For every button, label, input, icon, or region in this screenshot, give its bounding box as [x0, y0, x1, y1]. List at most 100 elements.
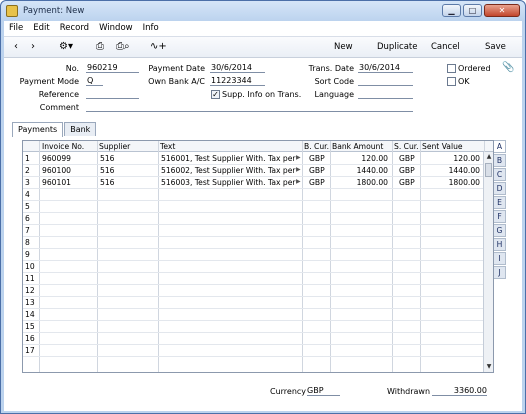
sent-value-cell[interactable]: 1440.00 — [422, 166, 480, 175]
payment-date-field[interactable]: 30/6/2014 — [210, 63, 265, 73]
flip-tab-j[interactable]: J — [494, 266, 506, 279]
table-row[interactable]: 16 — [23, 333, 484, 345]
activity-icon[interactable]: ∿+ — [150, 41, 167, 53]
flip-tab-h[interactable]: H — [494, 238, 506, 251]
text-cell[interactable]: 516002, Test Supplier With. Tax per Pay — [161, 166, 297, 175]
table-row[interactable]: 2 960100 516 516002, Test Supplier With. Ta… — [23, 165, 484, 177]
col-invoice-no: Invoice No. — [42, 142, 85, 151]
table-row[interactable]: 5 — [23, 201, 484, 213]
flip-tab-e[interactable]: E — [494, 196, 506, 209]
ordered-label: Ordered — [458, 64, 491, 73]
table-row[interactable]: 1 960099 516 516001, Test Supplier With. Ta… — [23, 153, 484, 165]
b-cur-cell[interactable]: GBP — [309, 154, 329, 163]
menu-window[interactable]: Window — [99, 23, 133, 33]
bank-amount-cell[interactable]: 1440.00 — [332, 166, 388, 175]
cancel-button[interactable]: Cancel — [431, 42, 460, 52]
save-button[interactable]: Save — [485, 42, 506, 52]
flip-tab-g[interactable]: G — [494, 224, 506, 237]
close-button[interactable]: ✕ — [484, 4, 520, 17]
bank-amount-cell[interactable]: 120.00 — [332, 154, 388, 163]
payment-mode-field[interactable]: Q — [86, 76, 103, 86]
menu-edit[interactable]: Edit — [33, 23, 49, 33]
print-preview-icon[interactable]: ⎙⌕ — [116, 41, 130, 53]
trans-date-field[interactable]: 30/6/2014 — [358, 63, 413, 73]
table-row[interactable]: 13 — [23, 297, 484, 309]
sent-value-cell[interactable]: 1800.00 — [422, 178, 480, 187]
table-row[interactable]: 15 — [23, 321, 484, 333]
invoice-no-cell[interactable]: 960100 — [42, 166, 96, 175]
language-field[interactable] — [358, 89, 413, 99]
expand-arrow-icon[interactable]: ▶ — [296, 178, 302, 185]
row-number: 6 — [25, 214, 30, 223]
minimize-button[interactable]: ▁ — [442, 4, 461, 17]
gear-icon[interactable]: ⚙▾ — [59, 41, 73, 53]
scroll-thumb[interactable] — [485, 163, 492, 177]
table-row[interactable]: 17 — [23, 345, 484, 357]
s-cur-cell[interactable]: GBP — [399, 166, 419, 175]
text-cell[interactable]: 516001, Test Supplier With. Tax per Pay — [161, 154, 297, 163]
title-bar[interactable]: Payment: New ▁ □ ✕ — [1, 1, 525, 21]
menu-info[interactable]: Info — [143, 23, 159, 33]
bank-amount-cell[interactable]: 1800.00 — [332, 178, 388, 187]
flip-tab-f[interactable]: F — [494, 210, 506, 223]
table-row[interactable]: 10 — [23, 261, 484, 273]
supplier-cell[interactable]: 516 — [100, 166, 156, 175]
table-row[interactable]: 11 — [23, 273, 484, 285]
tab-payments[interactable]: Payments — [12, 122, 64, 137]
table-row[interactable]: 8 — [23, 237, 484, 249]
text-cell[interactable]: 516003, Test Supplier With. Tax per Pay — [161, 178, 297, 187]
own-bank-field[interactable]: 11223344 — [210, 76, 265, 86]
tab-bank[interactable]: Bank — [64, 122, 97, 136]
paperclip-icon[interactable]: 📎 — [502, 62, 514, 74]
maximize-button[interactable]: □ — [463, 4, 482, 17]
table-row[interactable]: 14 — [23, 309, 484, 321]
s-cur-cell[interactable]: GBP — [399, 178, 419, 187]
matrix-scrollbar[interactable]: ▲ ▼ — [483, 152, 493, 372]
s-cur-cell[interactable]: GBP — [399, 154, 419, 163]
flip-tab-c[interactable]: C — [494, 168, 506, 181]
supplier-cell[interactable]: 516 — [100, 154, 156, 163]
scroll-down-arrow-icon[interactable]: ▼ — [485, 363, 493, 371]
table-row[interactable]: 4 — [23, 189, 484, 201]
duplicate-button[interactable]: Duplicate — [377, 42, 418, 52]
table-row[interactable]: 3 960101 516 516003, Test Supplier With. Ta… — [23, 177, 484, 189]
sort-code-label: Sort Code — [314, 77, 354, 86]
expand-arrow-icon[interactable]: ▶ — [296, 154, 302, 161]
sort-code-field[interactable] — [358, 76, 413, 86]
currency-field[interactable]: GBP — [307, 386, 340, 396]
flip-tab-a[interactable]: A — [494, 140, 506, 153]
sent-value-cell[interactable]: 120.00 — [422, 154, 480, 163]
forward-arrow-icon[interactable]: › — [31, 41, 35, 53]
supp-info-checkbox[interactable]: ✓ — [211, 90, 220, 99]
print-icon[interactable]: ⎙ — [96, 41, 104, 53]
ok-checkbox[interactable] — [447, 77, 456, 86]
back-arrow-icon[interactable]: ‹ — [14, 41, 18, 53]
table-row[interactable]: 7 — [23, 225, 484, 237]
comment-field[interactable] — [86, 102, 413, 112]
ordered-checkbox[interactable] — [447, 64, 456, 73]
scroll-up-arrow-icon[interactable]: ▲ — [485, 153, 493, 161]
flip-tab-b[interactable]: B — [494, 154, 506, 167]
table-row[interactable]: 12 — [23, 285, 484, 297]
invoice-no-cell[interactable]: 960101 — [42, 178, 96, 187]
menu-file[interactable]: File — [9, 23, 23, 33]
no-field[interactable]: 960219 — [86, 63, 139, 73]
flip-tab-i[interactable]: I — [494, 252, 506, 265]
new-button[interactable]: New — [334, 42, 353, 52]
table-row[interactable]: 9 — [23, 249, 484, 261]
currency-label: Currency — [270, 387, 307, 396]
b-cur-cell[interactable]: GBP — [309, 166, 329, 175]
reference-field[interactable] — [86, 89, 139, 99]
row-number: 8 — [25, 238, 30, 247]
supplier-cell[interactable]: 516 — [100, 178, 156, 187]
expand-arrow-icon[interactable]: ▶ — [296, 166, 302, 173]
invoice-no-cell[interactable]: 960099 — [42, 154, 96, 163]
table-row[interactable]: 6 — [23, 213, 484, 225]
menu-record[interactable]: Record — [60, 23, 89, 33]
menu-bar: File Edit Record Window Info — [4, 21, 522, 35]
col-supplier: Supplier — [99, 142, 131, 151]
flip-tab-d[interactable]: D — [494, 182, 506, 195]
flip-tabs: ABCDEFGHIJ — [494, 140, 506, 280]
withdrawn-field[interactable]: 3360.00 — [432, 386, 487, 396]
b-cur-cell[interactable]: GBP — [309, 178, 329, 187]
